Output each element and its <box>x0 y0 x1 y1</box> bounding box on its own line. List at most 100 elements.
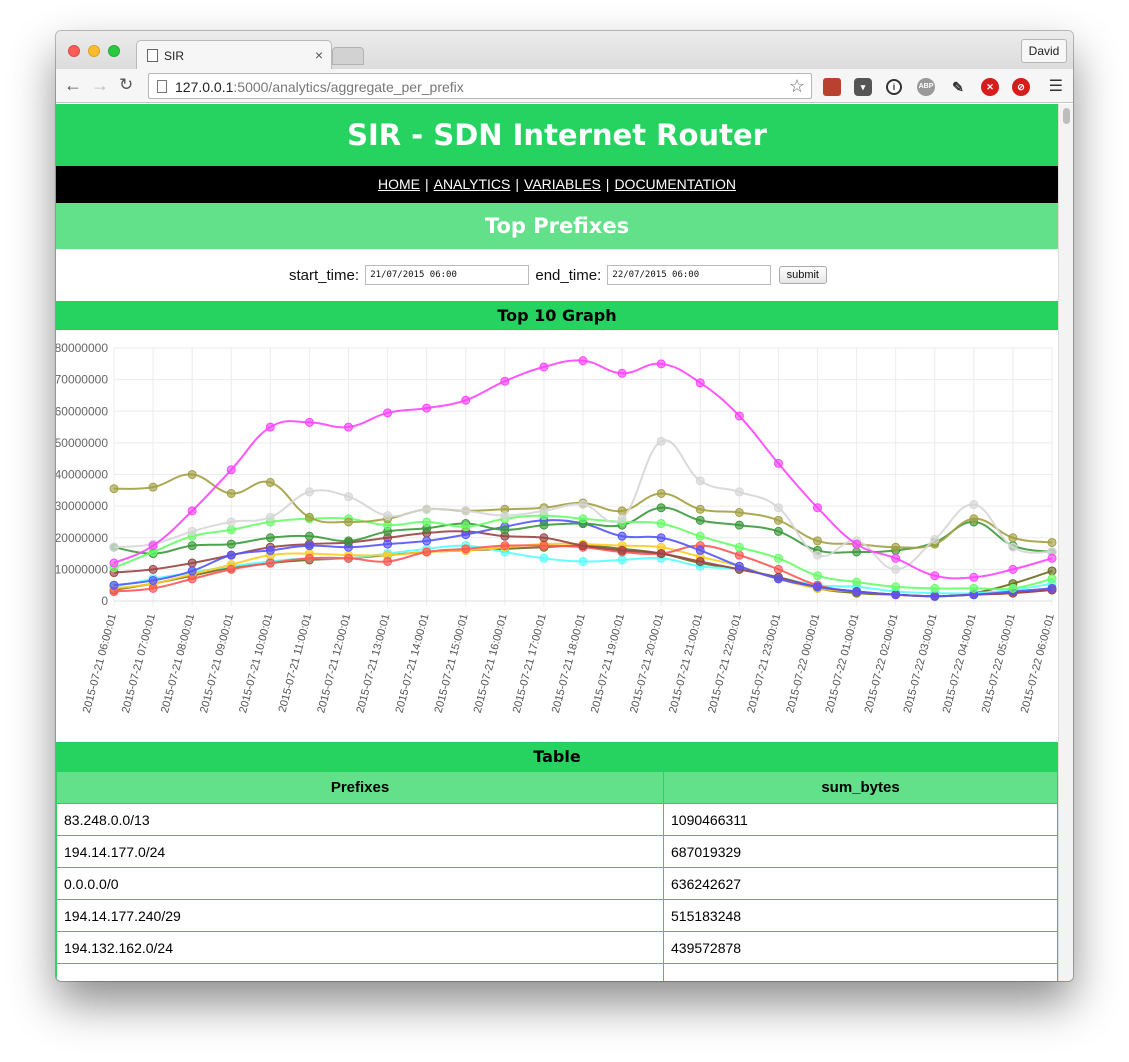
scrollbar-thumb[interactable] <box>1063 108 1070 124</box>
data-point <box>969 514 979 524</box>
close-tab-icon[interactable]: × <box>315 47 323 63</box>
data-point <box>500 541 510 551</box>
table-row: 194.14.177.240/29 515183248 <box>56 899 1058 932</box>
x-tick-label: 2015-07-21 21:00:01 <box>667 613 705 715</box>
lips-extension-icon[interactable]: ✕ <box>981 78 999 96</box>
data-point <box>656 488 666 498</box>
data-point <box>578 500 588 510</box>
data-point <box>969 500 979 510</box>
data-point <box>344 553 353 563</box>
x-tick-label: 2015-07-22 06:00:01 <box>1019 613 1057 715</box>
col-header-prefixes[interactable]: Prefixes <box>56 771 664 804</box>
bytes-cell: 439572878 <box>663 931 1058 964</box>
user-profile-button[interactable]: David <box>1021 39 1067 63</box>
data-point <box>734 561 744 571</box>
submit-button[interactable]: submit <box>778 266 827 284</box>
data-point <box>930 591 940 601</box>
data-point <box>304 487 314 497</box>
data-point <box>148 575 158 585</box>
prefix-cell: 194.132.162.0/24 <box>56 931 664 964</box>
vertical-scrollbar[interactable] <box>1058 104 1073 981</box>
data-point <box>773 574 783 584</box>
table-header-row: Prefixes sum_bytes <box>56 771 1058 804</box>
data-point <box>187 541 197 551</box>
block-extension-icon[interactable]: ⊘ <box>1012 78 1030 96</box>
browser-toolbar: ← → ↻ 127.0.0.1:5000/analytics/aggregate… <box>56 69 1073 103</box>
data-point <box>226 550 236 560</box>
info-extension-icon[interactable]: i <box>886 79 902 95</box>
data-point <box>461 395 471 405</box>
data-point <box>461 522 471 532</box>
table-row: 83.248.0.0/13 1090466311 <box>56 803 1058 836</box>
data-point <box>930 571 940 581</box>
data-point <box>813 503 822 513</box>
data-point <box>226 465 236 475</box>
data-point <box>500 525 510 535</box>
back-arrow-icon[interactable]: ← <box>64 75 82 95</box>
start-time-input[interactable]: 21/07/2015 06:00 <box>365 265 530 285</box>
data-point <box>148 541 158 551</box>
data-point <box>734 520 744 530</box>
data-point <box>1008 533 1018 543</box>
data-point <box>226 539 236 549</box>
url-text[interactable]: 127.0.0.1:5000/analytics/aggregate_per_p… <box>175 79 464 95</box>
data-point <box>304 417 314 427</box>
pocket-extension-icon[interactable]: ▾ <box>854 78 872 96</box>
data-point <box>969 572 979 582</box>
bookmark-star-icon[interactable]: ☆ <box>789 76 805 97</box>
top10-line-chart: 0 10000000 20000000 30000000 40000000 5000000… <box>56 330 1058 742</box>
forward-arrow-icon[interactable]: → <box>91 75 109 95</box>
minimize-window-button[interactable] <box>88 45 100 57</box>
data-point <box>578 541 588 551</box>
chart-svg: 0 10000000 20000000 30000000 40000000 5000000… <box>56 341 1057 715</box>
x-tick-label: 2015-07-22 05:00:01 <box>980 613 1018 715</box>
col-header-sum-bytes[interactable]: sum_bytes <box>663 771 1058 804</box>
nav-analytics-link[interactable]: ANALYTICS <box>434 176 511 192</box>
data-point <box>813 536 822 546</box>
book-extension-icon[interactable] <box>823 78 841 96</box>
nav-documentation-link[interactable]: DOCUMENTATION <box>614 176 736 192</box>
data-point <box>226 525 236 535</box>
data-point <box>617 531 627 541</box>
adblock-extension-icon[interactable]: ABP <box>917 78 935 96</box>
x-tick-label: 2015-07-21 13:00:01 <box>354 613 392 715</box>
prefix-cell: 194.14.177.0/24 <box>56 835 664 868</box>
maximize-window-button[interactable] <box>108 45 120 57</box>
x-tick-label: 2015-07-21 23:00:01 <box>745 613 783 715</box>
data-point <box>539 533 549 543</box>
data-point <box>422 403 432 413</box>
menu-icon[interactable]: ☰ <box>1049 76 1063 96</box>
y-tick-label: 10000000 <box>56 562 108 576</box>
close-window-button[interactable] <box>68 45 80 57</box>
browser-tab[interactable]: SIR × <box>136 40 332 70</box>
data-point <box>1047 583 1057 593</box>
nav-home-link[interactable]: HOME <box>378 176 420 192</box>
data-point <box>773 564 783 574</box>
data-point <box>539 506 549 516</box>
address-bar[interactable]: 127.0.0.1:5000/analytics/aggregate_per_p… <box>148 73 812 99</box>
data-point <box>695 476 705 486</box>
data-point <box>969 583 979 593</box>
data-point <box>539 520 549 530</box>
data-point <box>891 590 901 600</box>
prefix-cell: 194.14.177.240/29 <box>56 899 664 932</box>
data-point <box>422 547 432 557</box>
reload-icon[interactable]: ↻ <box>119 75 133 95</box>
data-point <box>695 556 705 566</box>
new-tab-button[interactable] <box>332 47 364 65</box>
data-point <box>813 571 822 581</box>
data-point <box>187 470 197 479</box>
data-point <box>461 506 471 516</box>
data-point <box>734 411 744 421</box>
nav-variables-link[interactable]: VARIABLES <box>524 176 601 192</box>
time-filter-form: start_time: 21/07/2015 06:00 end_time: 2… <box>56 249 1058 301</box>
data-point <box>265 545 275 555</box>
table-row: 0.0.0.0/0 636242627 <box>56 867 1058 900</box>
tool-extension-icon[interactable]: ✎ <box>949 78 967 96</box>
x-tick-label: 2015-07-21 18:00:01 <box>550 613 588 715</box>
end-time-input[interactable]: 22/07/2015 06:00 <box>607 265 772 285</box>
browser-window: SIR × David ← → ↻ 127.0.0.1:5000/analyti… <box>56 31 1073 981</box>
data-point <box>461 530 471 540</box>
data-point <box>1008 542 1018 552</box>
data-point <box>109 558 119 568</box>
